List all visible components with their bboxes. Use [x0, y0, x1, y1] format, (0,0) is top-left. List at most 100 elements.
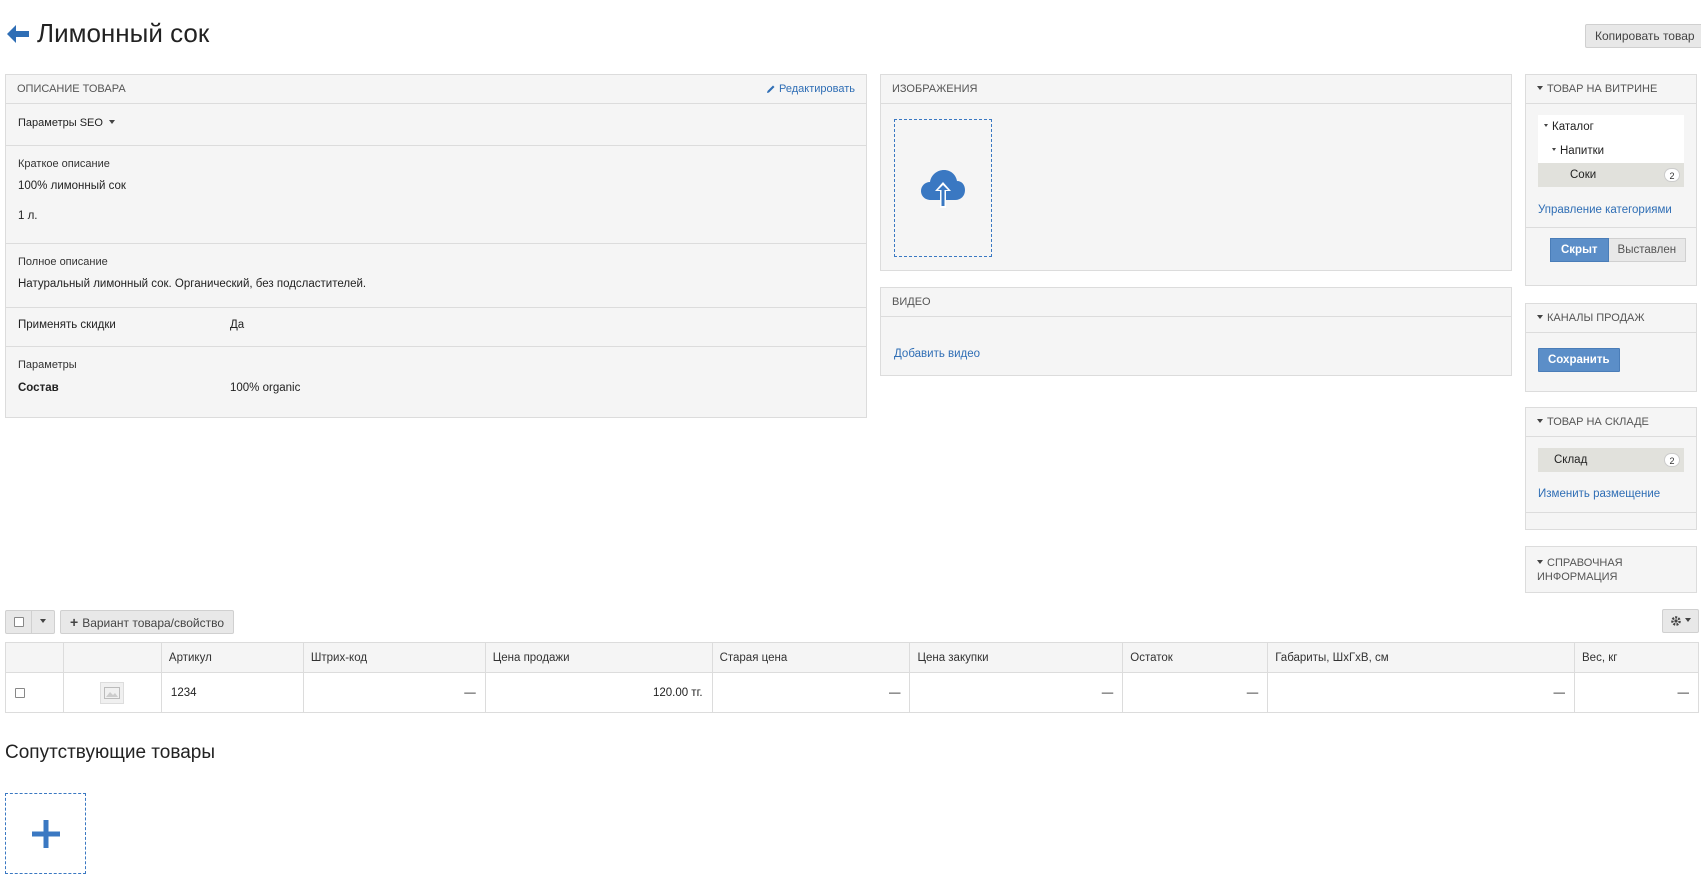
tree-item-label: Соки	[1570, 169, 1597, 181]
add-variant-label: Вариант товара/свойство	[82, 616, 225, 630]
full-description-label: Полное описание	[18, 256, 108, 268]
info-header[interactable]: Справочная информация	[1526, 547, 1696, 584]
tree-item-label: Каталог	[1552, 121, 1594, 133]
col-image	[62, 642, 162, 673]
col-old-price: Старая цена	[711, 642, 911, 673]
images-panel: Изображения	[880, 74, 1512, 271]
visibility-toggle: Скрыт Выставлен	[1550, 238, 1687, 262]
plus-icon: +	[70, 614, 79, 630]
short-description-volume: 1 л.	[18, 210, 38, 222]
description-header: Описание товара Редактировать	[6, 75, 866, 104]
showcase-heading: Товар на витрине	[1547, 83, 1658, 95]
col-select	[5, 642, 64, 673]
stock-heading: Товар на складе	[1547, 416, 1649, 428]
tree-item-catalog[interactable]: Каталог	[1538, 115, 1684, 139]
add-related-product-button[interactable]	[5, 793, 86, 874]
caret-down-icon	[1544, 124, 1548, 128]
dimensions-cell[interactable]: —	[1267, 672, 1576, 713]
stock-header[interactable]: Товар на складе	[1526, 408, 1696, 437]
channels-header[interactable]: Каналы продаж	[1526, 304, 1696, 333]
select-all-checkbox[interactable]	[13, 617, 24, 627]
barcode-cell[interactable]: —	[302, 672, 486, 713]
caret-down-icon	[40, 619, 46, 623]
caret-down-icon	[1537, 315, 1543, 320]
col-sku: Артикул	[160, 642, 304, 673]
old-price-cell[interactable]: —	[711, 672, 911, 713]
warehouse-item[interactable]: Склад 2	[1538, 448, 1684, 472]
visible-toggle-button[interactable]: Выставлен	[1608, 238, 1687, 262]
seo-label: Параметры SEO	[18, 117, 103, 129]
video-heading: Видео	[892, 296, 931, 308]
caret-down-icon	[1552, 148, 1556, 152]
count-badge: 2	[1664, 453, 1680, 467]
picture-icon	[104, 686, 121, 699]
caret-down-icon	[1537, 560, 1543, 565]
tree-item-juices[interactable]: Соки 2	[1538, 163, 1684, 187]
row-select-cell	[5, 672, 64, 713]
edit-link[interactable]: Редактировать	[766, 75, 855, 104]
select-all-area	[6, 611, 32, 633]
table-header-row: Артикул Штрих-код Цена продажи Старая це…	[5, 642, 1699, 673]
image-upload-area[interactable]	[894, 119, 992, 257]
divider	[1526, 227, 1696, 228]
row-checkbox[interactable]	[15, 687, 25, 698]
change-placement-link[interactable]: Изменить размещение	[1538, 488, 1660, 500]
sales-channels-panel: Каналы продаж Сохранить	[1525, 303, 1697, 392]
description-panel: Описание товара Редактировать Параметры …	[5, 74, 867, 418]
weight-cell[interactable]: —	[1574, 672, 1699, 713]
param-value: 100% organic	[230, 382, 301, 394]
showcase-panel: Товар на витрине Каталог Напитки Соки 2 …	[1525, 74, 1697, 286]
pencil-icon	[767, 85, 775, 94]
manage-categories-link[interactable]: Управление категориями	[1538, 204, 1672, 216]
tree-item-drinks[interactable]: Напитки	[1538, 139, 1684, 163]
add-variant-button[interactable]: + Вариант товара/свойство	[60, 610, 235, 634]
description-heading: Описание товара	[17, 83, 126, 95]
param-name: Состав	[18, 382, 59, 394]
col-price: Цена продажи	[484, 642, 713, 673]
category-tree: Каталог Напитки Соки 2	[1538, 115, 1684, 187]
copy-product-button[interactable]: Копировать товар	[1585, 24, 1701, 48]
params-label: Параметры	[18, 359, 77, 371]
page-title: Лимонный сок	[37, 18, 210, 48]
variants-table: Артикул Штрих-код Цена продажи Старая це…	[5, 642, 1699, 713]
seo-params-toggle[interactable]: Параметры SEO	[6, 104, 866, 146]
add-video-link[interactable]: Добавить видео	[894, 348, 980, 360]
purchase-price-cell[interactable]: —	[909, 672, 1124, 713]
short-description-section: Краткое описание 100% лимонный сок 1 л.	[6, 146, 866, 244]
full-description-section: Полное описание Натуральный лимонный сок…	[6, 244, 866, 308]
hidden-toggle-button[interactable]: Скрыт	[1550, 238, 1609, 262]
save-button[interactable]: Сохранить	[1538, 348, 1620, 372]
stock-cell[interactable]: —	[1122, 672, 1269, 713]
tree-item-label: Напитки	[1560, 145, 1605, 157]
back-arrow-icon[interactable]	[6, 24, 30, 44]
col-dimensions: Габариты, ШхГхВ, см	[1267, 642, 1576, 673]
discount-section: Применять скидки Да	[6, 308, 866, 347]
images-header: Изображения	[881, 75, 1511, 104]
col-purchase-price: Цена закупки	[909, 642, 1124, 673]
col-stock: Остаток	[1122, 642, 1269, 673]
discount-label: Применять скидки	[18, 319, 116, 331]
select-all-dropdown[interactable]	[5, 610, 55, 634]
warehouse-label: Склад	[1554, 454, 1588, 466]
video-header: Видео	[881, 288, 1511, 317]
table-row[interactable]: 1234 — 120.00 тг. — — — — —	[5, 672, 1699, 713]
caret-down-icon	[109, 120, 115, 125]
divider	[1526, 512, 1696, 513]
settings-dropdown-button[interactable]	[1662, 609, 1699, 633]
info-heading: Справочная информация	[1537, 557, 1623, 583]
edit-label: Редактировать	[779, 83, 855, 95]
reference-info-panel: Справочная информация	[1525, 546, 1697, 593]
col-weight: Вес, кг	[1574, 642, 1699, 673]
video-panel: Видео Добавить видео	[880, 287, 1512, 376]
dropdown-area	[32, 611, 54, 633]
related-products-title: Сопутствующие товары	[5, 742, 216, 763]
cloud-upload-icon	[921, 170, 965, 208]
image-placeholder-icon[interactable]	[100, 681, 125, 704]
short-description-label: Краткое описание	[18, 158, 110, 170]
caret-down-icon	[1685, 618, 1691, 622]
showcase-header[interactable]: Товар на витрине	[1526, 75, 1696, 104]
price-cell[interactable]: 120.00 тг.	[484, 672, 713, 713]
sku-cell[interactable]: 1234	[160, 672, 304, 713]
full-description-text: Натуральный лимонный сок. Органический, …	[18, 278, 367, 290]
channels-heading: Каналы продаж	[1547, 312, 1645, 324]
